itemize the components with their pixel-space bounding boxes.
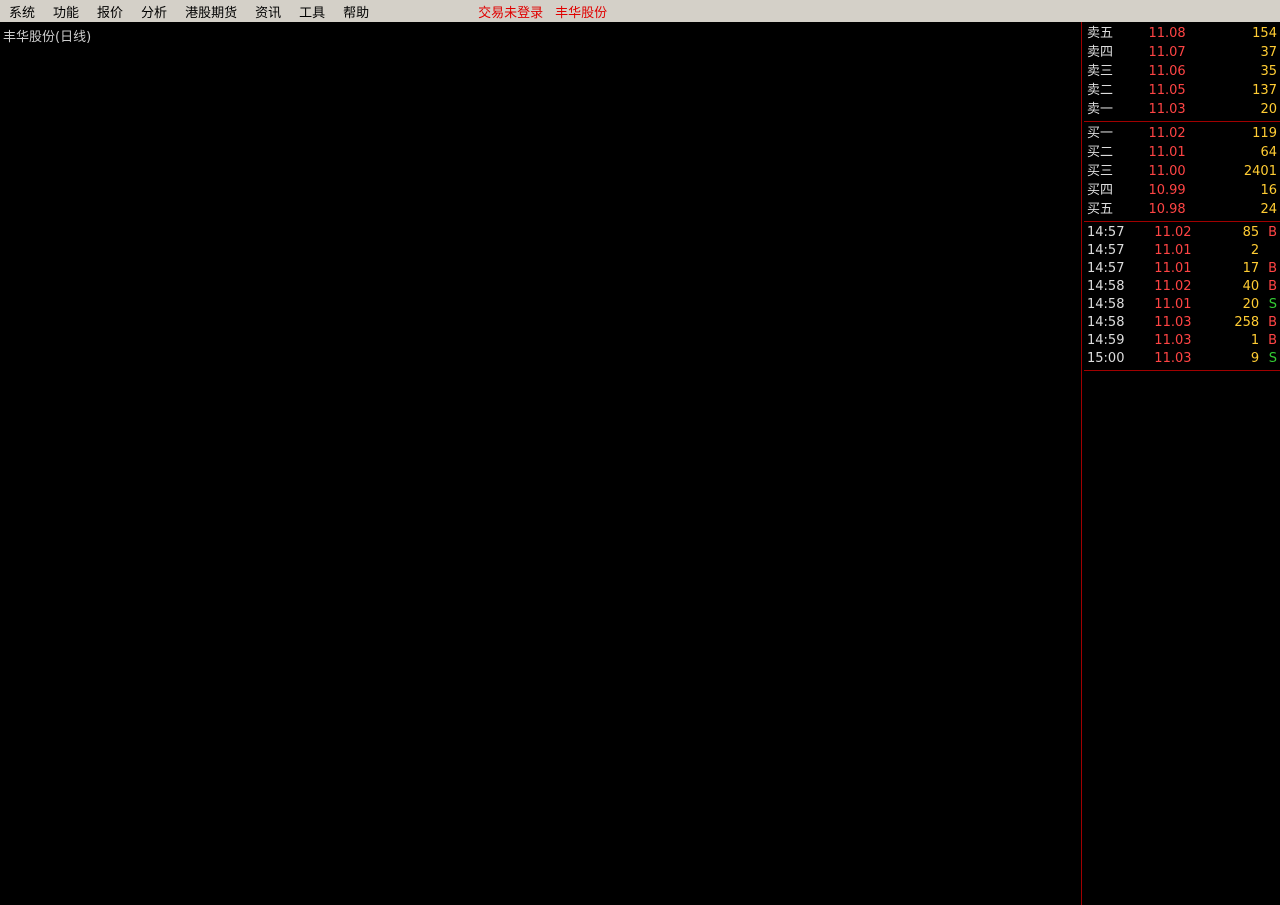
order-book: 卖五 11.08 154 卖四 11.07 37 卖三 11.06 35 卖二 11.05 13… [1084, 22, 1280, 122]
trade-row: 15:00 11.03 9 S [1087, 351, 1278, 366]
kline-chart[interactable]: 丰华股份(日线) [0, 22, 1082, 905]
menu-analysis[interactable]: 分析 [132, 2, 176, 21]
trade-row: 14:58 11.01 20 S [1087, 297, 1278, 312]
sell-row: 卖四 11.07 37 [1087, 45, 1277, 60]
quote-panel: 卖五 11.08 154 卖四 11.07 37 卖三 11.06 35 卖二 11.05 13… [1084, 22, 1280, 905]
menu-hk-futures[interactable]: 港股期货 [176, 2, 246, 21]
trade-row: 14:58 11.02 40 B [1087, 279, 1278, 294]
sell-row: 卖五 11.08 154 [1087, 26, 1277, 41]
menu-help[interactable]: 帮助 [334, 2, 378, 21]
menu-bar: 系统 功能 报价 分析 港股期货 资讯 工具 帮助 交易未登录 丰华股份 [0, 0, 1280, 22]
trade-row: 14:57 11.01 2 [1087, 243, 1260, 258]
trade-row: 14:59 11.03 1 B [1087, 333, 1278, 348]
menu-news[interactable]: 资讯 [246, 2, 290, 21]
sell-row: 卖一 11.03 20 [1087, 102, 1277, 117]
menu-function[interactable]: 功能 [44, 2, 88, 21]
buy-row: 买四 10.99 16 [1087, 183, 1277, 198]
menu-system[interactable]: 系统 [0, 2, 44, 21]
trade-list: 14:57 11.02 85 B 14:57 11.01 2 14:57 11.01 17 B … [1084, 222, 1280, 371]
sell-row: 卖三 11.06 35 [1087, 64, 1277, 79]
menu-tools[interactable]: 工具 [290, 2, 334, 21]
sell-row: 卖二 11.05 137 [1087, 83, 1277, 98]
stock-name: 丰华股份 [555, 5, 608, 21]
menu-quote[interactable]: 报价 [88, 2, 132, 21]
trade-row: 14:57 11.02 85 B [1087, 225, 1278, 240]
buy-row: 买一 11.02 119 [1087, 126, 1277, 141]
buy-row: 买二 11.01 64 [1087, 145, 1277, 160]
login-status: 交易未登录 [478, 5, 544, 21]
trade-row: 14:57 11.01 17 B [1087, 261, 1278, 276]
chart-title: 丰华股份(日线) [3, 30, 92, 45]
buy-row: 买五 10.98 24 [1087, 202, 1277, 217]
trade-row: 14:58 11.03 258 B [1087, 315, 1278, 330]
buy-book: 买一 11.02 119 买二 11.01 64 买三 11.00 2401 买四 10.99… [1084, 122, 1280, 222]
buy-row: 买三 11.00 2401 [1087, 164, 1277, 179]
